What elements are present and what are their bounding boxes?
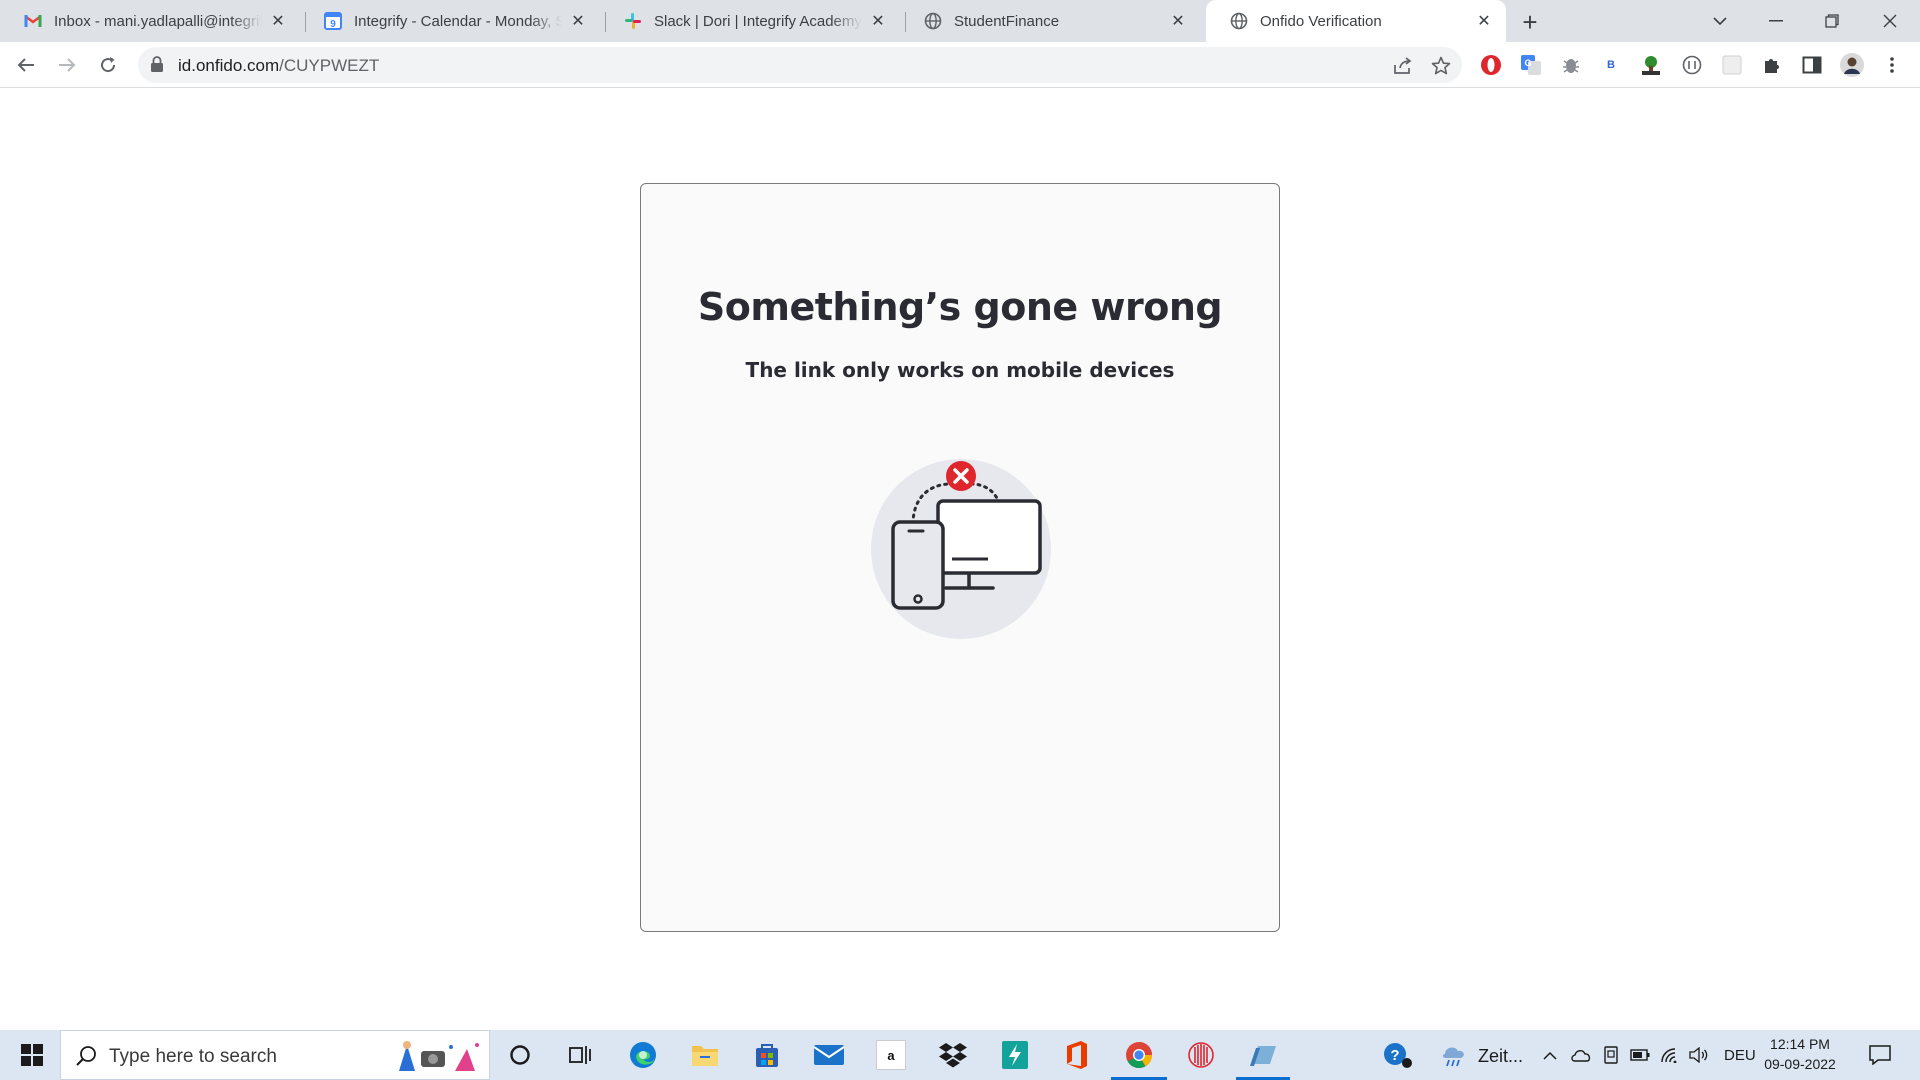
taskbar-search-box[interactable]: Type here to search [60, 1030, 490, 1080]
bug-extension-icon[interactable] [1559, 53, 1583, 77]
clock-time: 12:14 PM [1770, 1036, 1830, 1052]
search-placeholder: Type here to search [109, 1046, 277, 1067]
reload-button[interactable] [92, 49, 124, 81]
avatar[interactable] [1840, 53, 1864, 77]
device-mismatch-illustration [871, 459, 1051, 639]
tab-search-chevron-icon[interactable] [1692, 0, 1748, 42]
tab-strip: Inbox - mani.yadlapalli@integrify ✕ 9 In… [0, 0, 1920, 42]
b-extension-icon[interactable]: B [1599, 53, 1623, 77]
close-window-button[interactable] [1862, 0, 1918, 42]
forward-button[interactable] [51, 49, 83, 81]
html-extension-icon[interactable] [1639, 53, 1663, 77]
gmail-icon [24, 12, 42, 30]
close-icon[interactable]: ✕ [268, 11, 288, 31]
address-bar[interactable]: id.onfido.com/CUYPWEZT [138, 47, 1462, 83]
lock-icon[interactable] [150, 56, 164, 78]
volume-icon[interactable] [1681, 1035, 1717, 1075]
bookmark-star-icon[interactable] [1430, 55, 1452, 77]
weather-rain-icon[interactable] [1434, 1035, 1474, 1075]
svg-text:G: G [1524, 58, 1531, 68]
tab-slack[interactable]: Slack | Dori | Integrify Academy ✕ [600, 0, 900, 42]
close-icon[interactable]: ✕ [1168, 11, 1188, 31]
globe-icon [924, 12, 942, 30]
blank-extension-icon[interactable] [1720, 53, 1744, 77]
bolt-app-icon[interactable] [995, 1035, 1035, 1075]
microsoft-store-icon[interactable] [747, 1035, 787, 1075]
phone-icon [891, 520, 945, 610]
tab-calendar[interactable]: 9 Integrify - Calendar - Monday, Se ✕ [300, 0, 600, 42]
side-panel-icon[interactable] [1800, 53, 1824, 77]
page-subtitle: The link only works on mobile devices [745, 358, 1175, 382]
stripes-app-icon[interactable] [1181, 1035, 1221, 1075]
new-tab-button[interactable]: + [1516, 7, 1544, 37]
close-icon[interactable]: ✕ [868, 11, 888, 31]
google-translate-icon[interactable]: G [1519, 53, 1543, 77]
google-calendar-icon: 9 [324, 12, 342, 30]
globe-icon [1230, 12, 1248, 30]
tab-title: Slack | Dori | Integrify Academy [654, 12, 862, 30]
error-x-icon [946, 461, 976, 491]
mail-icon[interactable] [809, 1035, 849, 1075]
url-host: id.onfido.com [178, 56, 280, 75]
circle-extension-icon[interactable] [1680, 53, 1704, 77]
browser-toolbar: id.onfido.com/CUYPWEZT G B [0, 42, 1920, 88]
system-clock[interactable]: 12:14 PM 09-09-2022 [1750, 1034, 1850, 1074]
weather-label[interactable]: Zeit... [1478, 1046, 1523, 1067]
error-card: Something’s gone wrong The link only wor… [640, 183, 1280, 932]
search-highlight-decoration-icon [399, 1041, 479, 1071]
restore-button[interactable] [1804, 0, 1860, 42]
notification-center-icon[interactable] [1860, 1035, 1900, 1075]
tab-inbox[interactable]: Inbox - mani.yadlapalli@integrify ✕ [0, 0, 300, 42]
windows-logo-icon [21, 1044, 43, 1066]
close-icon[interactable]: ✕ [568, 11, 588, 31]
help-icon[interactable]: ? [1378, 1035, 1418, 1075]
amazon-icon[interactable]: a [871, 1035, 911, 1075]
opera-extension-icon[interactable] [1479, 53, 1503, 77]
office-icon[interactable] [1057, 1035, 1097, 1075]
tab-title: StudentFinance [954, 12, 1060, 30]
edge-browser-icon[interactable] [623, 1035, 663, 1075]
page-title: Something’s gone wrong [697, 285, 1223, 329]
amazon-label: a [876, 1040, 906, 1070]
svg-text:?: ? [1390, 1047, 1399, 1064]
share-icon[interactable] [1392, 55, 1414, 77]
file-explorer-icon[interactable] [685, 1035, 725, 1075]
clock-date: 09-09-2022 [1764, 1056, 1836, 1072]
tab-title: Onfido Verification [1260, 12, 1382, 30]
tab-studentfinance[interactable]: StudentFinance ✕ [900, 0, 1200, 42]
calendar-day-number: 9 [330, 19, 336, 30]
url-text: id.onfido.com/CUYPWEZT [178, 56, 379, 76]
close-icon[interactable]: ✕ [1474, 11, 1494, 31]
tab-title: Integrify - Calendar - Monday, Se [354, 12, 562, 30]
tab-title: Inbox - mani.yadlapalli@integrify [54, 12, 262, 30]
minimize-button[interactable] [1748, 0, 1804, 42]
cortana-circle-icon[interactable] [500, 1035, 540, 1075]
url-path: /CUYPWEZT [279, 56, 380, 75]
windows-start-button[interactable] [8, 1030, 56, 1080]
search-icon [75, 1045, 97, 1072]
puzzle-extensions-icon[interactable] [1760, 53, 1784, 77]
back-button[interactable] [10, 49, 42, 81]
windows-taskbar: Type here to search a ? Zeit... DEU 12:1… [0, 1030, 1920, 1080]
chrome-icon[interactable] [1119, 1035, 1159, 1075]
tab-onfido-verification[interactable]: Onfido Verification ✕ [1206, 0, 1506, 42]
dropbox-icon[interactable] [933, 1035, 973, 1075]
kebab-menu-icon[interactable] [1880, 53, 1904, 77]
task-view-icon[interactable] [560, 1035, 600, 1075]
slack-icon [624, 12, 642, 30]
notepad-app-icon[interactable] [1243, 1035, 1283, 1075]
